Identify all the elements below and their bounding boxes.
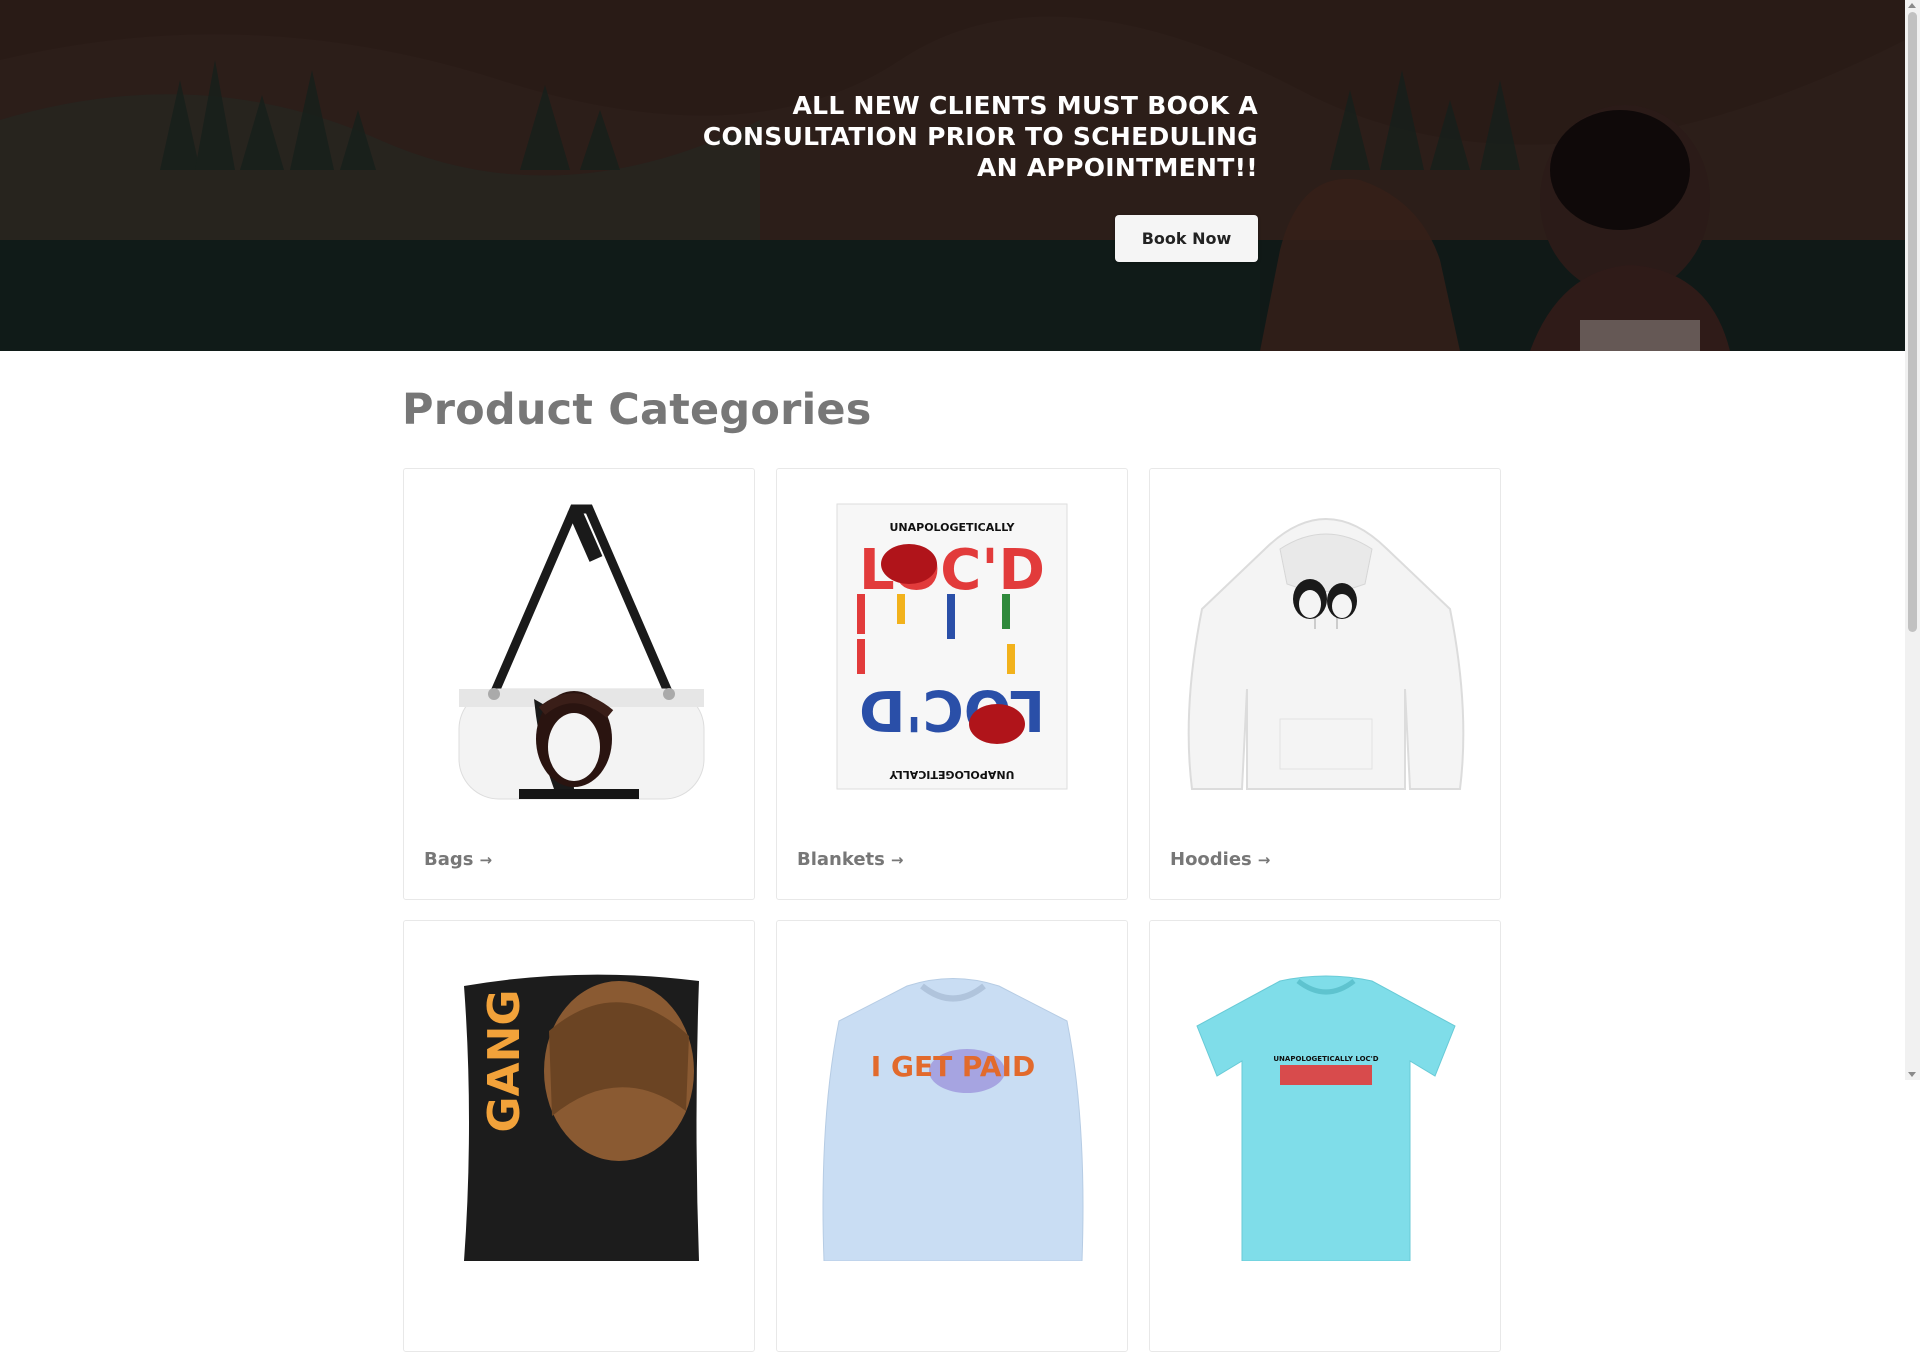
category-label-blankets[interactable]: Blankets →	[797, 849, 903, 870]
hero-heading: ALL NEW CLIENTS MUST BOOK A CONSULTATION…	[702, 91, 1258, 182]
category-label-text: Bags	[424, 849, 474, 870]
scroll-thumb[interactable]	[1908, 12, 1917, 632]
category-card-sweatshirts[interactable]: I GET PAID	[776, 920, 1128, 1352]
page-scrollbar[interactable]	[1905, 0, 1920, 1080]
sweatshirt-image: I GET PAID	[797, 941, 1109, 1261]
pillow-text: GANG	[479, 989, 530, 1132]
bag-image	[424, 489, 736, 809]
blanket-top-text: UNAPOLOGETICALLY	[889, 521, 1015, 534]
hoodie-image	[1170, 489, 1482, 809]
scroll-down-arrow-icon[interactable]	[1908, 1072, 1916, 1077]
category-card-hoodies[interactable]: Hoodies →	[1149, 468, 1501, 900]
category-card-pillows[interactable]: GANG	[403, 920, 755, 1352]
hero-banner: ALL NEW CLIENTS MUST BOOK A CONSULTATION…	[0, 0, 1905, 351]
category-card-tshirts[interactable]: UNAPOLOGETICALLY LOC'D	[1149, 920, 1501, 1352]
section-title: Product Categories	[402, 385, 872, 435]
tshirt-image: UNAPOLOGETICALLY LOC'D	[1170, 941, 1482, 1261]
category-label-bags[interactable]: Bags →	[424, 849, 492, 870]
book-now-button[interactable]: Book Now	[1115, 215, 1258, 262]
arrow-right-icon: →	[479, 851, 493, 869]
category-card-blankets[interactable]: UNAPOLOGETICALLY LOC'D LOC'D UNAPOLOGETI…	[776, 468, 1128, 900]
hero-content: ALL NEW CLIENTS MUST BOOK A CONSULTATION…	[700, 90, 1258, 262]
blanket-image: UNAPOLOGETICALLY LOC'D LOC'D UNAPOLOGETI…	[797, 489, 1109, 809]
category-label-hoodies[interactable]: Hoodies →	[1170, 849, 1270, 870]
tshirt-text: UNAPOLOGETICALLY LOC'D	[1273, 1055, 1378, 1063]
category-label-text: Hoodies	[1170, 849, 1252, 870]
arrow-right-icon: →	[890, 851, 904, 869]
pillow-image: GANG	[424, 941, 736, 1261]
scroll-up-arrow-icon[interactable]	[1908, 3, 1916, 8]
arrow-right-icon: →	[1257, 851, 1271, 869]
category-grid: Bags → UNAPOLOGETICALLY LOC'D LOC'D UNAPO	[403, 468, 1503, 1352]
category-label-text: Blankets	[797, 849, 885, 870]
blanket-bottom-text: UNAPOLOGETICALLY	[888, 768, 1014, 781]
sweatshirt-text: I GET PAID	[871, 1050, 1035, 1083]
category-card-bags[interactable]: Bags →	[403, 468, 755, 900]
